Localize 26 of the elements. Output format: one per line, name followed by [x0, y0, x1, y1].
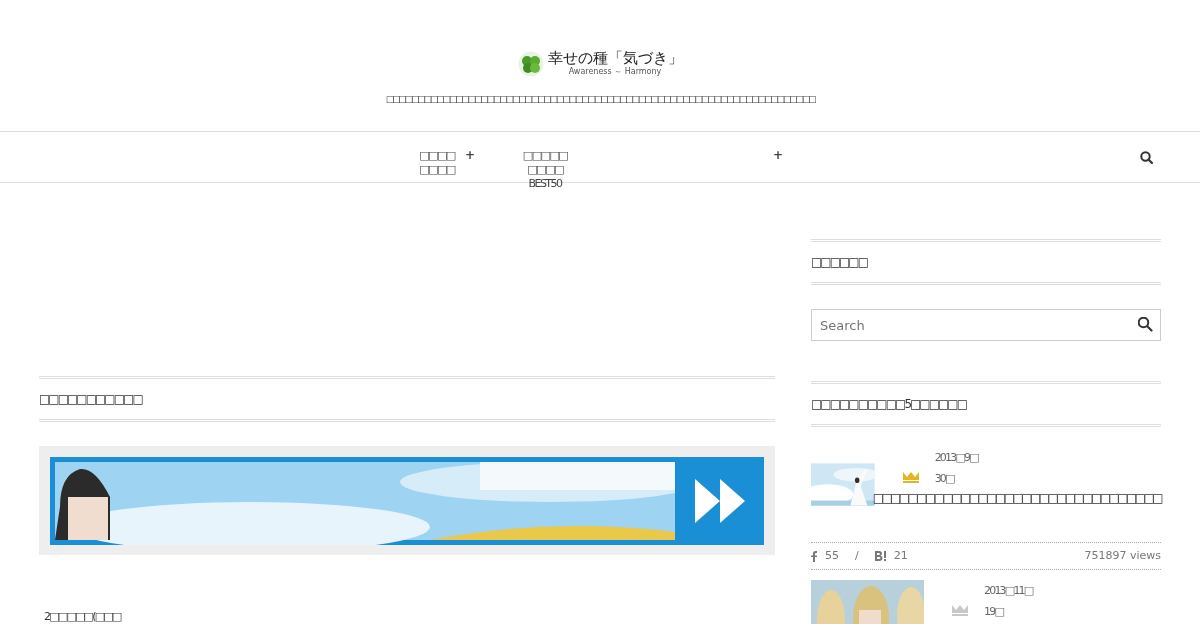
post-date: 2013□9□: [934, 450, 978, 466]
search-icon[interactable]: [1138, 317, 1153, 332]
post-day: 30□: [934, 468, 978, 489]
nav-link[interactable]: □□□□□□□□□ BEST50: [519, 132, 571, 191]
bookmark-count: 21: [893, 547, 908, 564]
clover-logo-icon[interactable]: [517, 50, 544, 77]
bookmark-icon[interactable]: [874, 551, 886, 561]
widget-title: □□□□□□: [811, 239, 1161, 285]
post-date: 2013□11□: [984, 583, 1033, 599]
submenu-plus-icon[interactable]: +: [773, 132, 784, 162]
view-count: 751897 views: [1084, 547, 1161, 564]
facebook-icon[interactable]: [811, 550, 817, 562]
site-title[interactable]: 幸せの種「気づき」: [547, 50, 683, 67]
share-count: 55: [825, 547, 839, 564]
separator: /: [855, 547, 859, 564]
site-subtitle: Awareness ～ Harmony: [567, 67, 663, 77]
post-day: 19□: [984, 601, 1033, 622]
search-icon[interactable]: [1140, 151, 1153, 164]
post-title-link[interactable]: □□□□□□□□□□□□□□□□□□□□□□□□□□□□□□□□□: [872, 489, 1161, 507]
body-text: 2□□□□□(□□□: [44, 609, 122, 625]
nav-link[interactable]: □□□□□□□□: [416, 132, 457, 177]
widget-title: □□□□□□□□□□5□□□□□□: [811, 381, 1161, 427]
search-field[interactable]: Search: [811, 309, 1161, 341]
tagline: □□□□□□□□□□□□□□□□□□□□□□□□□□□□□□□□□□□□□□□□□□□□□□□□□□□□□□□□□□□□□□□□□□□□: [385, 93, 815, 106]
submenu-plus-icon[interactable]: +: [464, 132, 475, 162]
section-title: □□□□□□□□□□□: [39, 376, 775, 422]
